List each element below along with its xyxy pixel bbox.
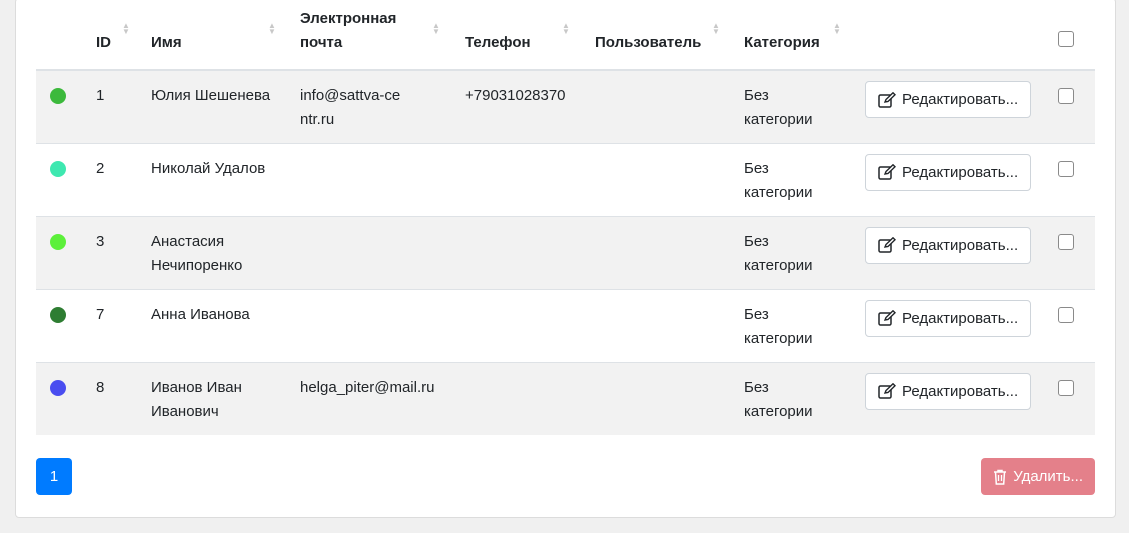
- header-user-label: Пользователь: [595, 34, 702, 51]
- cell-category-text: Без категории: [744, 232, 813, 274]
- header-actions: [865, 1, 1058, 71]
- edit-button-label: Редактировать...: [902, 163, 1019, 181]
- sort-icon[interactable]: ▲ ▼: [122, 22, 130, 36]
- edit-icon: [878, 310, 896, 326]
- header-id[interactable]: ID ▲ ▼: [96, 1, 151, 71]
- edit-button[interactable]: Редактировать...: [865, 372, 1032, 410]
- cell-user: [595, 216, 744, 289]
- header-phone[interactable]: Телефон ▲ ▼: [465, 1, 595, 71]
- edit-icon: [878, 91, 896, 108]
- row-checkbox[interactable]: [1058, 306, 1074, 323]
- cell-name: Юлия Шешенева: [151, 87, 271, 104]
- cell-name: Анастасия Нечипоренко: [151, 216, 300, 289]
- edit-icon: [878, 383, 896, 399]
- cell-phone: [465, 143, 595, 216]
- contacts-card: ID ▲ ▼ Имя ▲ ▼ Электронная почта ▲ ▼ Телефо…: [15, 0, 1116, 518]
- cell-category: Без категории: [744, 143, 865, 216]
- cell-category-text: Без категории: [744, 159, 813, 201]
- edit-button[interactable]: Редактировать...: [865, 153, 1032, 191]
- row-checkbox[interactable]: [1058, 379, 1074, 396]
- cell-user: [595, 362, 744, 435]
- edit-icon: [878, 164, 896, 180]
- cell-phone: [465, 216, 595, 289]
- sort-icon[interactable]: ▲ ▼: [833, 22, 841, 36]
- cell-id: 8: [96, 378, 105, 396]
- table-row[interactable]: 8 Иванов Иван Иванович helga_piter@mail.…: [36, 362, 1095, 435]
- cell-category: Без категории: [744, 70, 865, 143]
- edit-button[interactable]: Редактировать...: [865, 81, 1032, 118]
- cell-category: Без категории: [744, 362, 865, 435]
- edit-button-label: Редактировать...: [902, 236, 1019, 254]
- cell-phone: [465, 289, 595, 362]
- cell-email-text: info@sattva-centr.ru: [300, 87, 401, 128]
- header-name[interactable]: Имя ▲ ▼: [151, 1, 300, 71]
- row-checkbox[interactable]: [1058, 88, 1074, 104]
- cell-phone: [465, 362, 595, 435]
- cell-name: Иванов Иван Иванович: [151, 362, 300, 435]
- delete-button[interactable]: Удалить...: [981, 458, 1095, 495]
- sort-icon[interactable]: ▲ ▼: [432, 22, 440, 36]
- color-dot-icon: [50, 306, 66, 323]
- edit-button-label: Редактировать...: [902, 382, 1019, 400]
- color-dot-icon: [50, 233, 66, 250]
- table-row[interactable]: 7 Анна Иванова Без категории Редактирова…: [36, 289, 1095, 362]
- header-phone-label: Телефон: [465, 34, 531, 51]
- trash-icon: [994, 469, 1007, 485]
- cell-category-text: Без категории: [744, 87, 813, 128]
- table-row[interactable]: 2 Николай Удалов Без категории Редактиро…: [36, 143, 1095, 216]
- header-category[interactable]: Категория ▲ ▼: [744, 1, 865, 71]
- sort-icon[interactable]: ▲ ▼: [562, 22, 570, 36]
- cell-user: [595, 143, 744, 216]
- color-dot-icon: [50, 160, 66, 177]
- cell-email: [300, 143, 465, 216]
- table-header-row: ID ▲ ▼ Имя ▲ ▼ Электронная почта ▲ ▼ Телефо…: [36, 1, 1095, 71]
- cell-email: helga_piter@mail.ru: [300, 378, 435, 396]
- cell-category-text: Без категории: [744, 305, 813, 347]
- cell-name: Анна Иванова: [151, 305, 250, 323]
- header-color: [36, 1, 96, 71]
- cell-category: Без категории: [744, 216, 865, 289]
- cell-user: [595, 70, 744, 143]
- sort-icon[interactable]: ▲ ▼: [268, 22, 276, 36]
- color-dot-icon: [50, 88, 66, 104]
- row-checkbox[interactable]: [1058, 233, 1074, 250]
- pagination-page-button[interactable]: 1: [36, 458, 72, 495]
- table-row[interactable]: 1 Юлия Шешенева info@sattva-centr.ru +79…: [36, 70, 1095, 143]
- cell-email: [300, 216, 465, 289]
- sort-icon[interactable]: ▲ ▼: [712, 22, 720, 36]
- header-email[interactable]: Электронная почта ▲ ▼: [300, 1, 465, 71]
- header-id-label: ID: [96, 34, 111, 51]
- select-all-checkbox[interactable]: [1058, 31, 1074, 47]
- cell-category: Без категории: [744, 289, 865, 362]
- cell-name-text: Иванов Иван Иванович: [151, 378, 242, 420]
- edit-button[interactable]: Редактировать...: [865, 226, 1032, 264]
- cell-email: info@sattva-centr.ru: [300, 70, 465, 143]
- cell-user: [595, 289, 744, 362]
- edit-button[interactable]: Редактировать...: [865, 299, 1032, 337]
- edit-button-label: Редактировать...: [902, 309, 1019, 327]
- edit-icon: [878, 237, 896, 253]
- contacts-table: ID ▲ ▼ Имя ▲ ▼ Электронная почта ▲ ▼ Телефо…: [36, 1, 1095, 435]
- cell-phone: +79031028370: [465, 87, 566, 104]
- header-email-label: Электронная почта: [300, 10, 397, 51]
- edit-button-label: Редактировать...: [902, 91, 1019, 108]
- cell-id: 7: [96, 305, 105, 323]
- cell-id: 1: [96, 87, 105, 104]
- cell-name: Николай Удалов: [151, 159, 266, 177]
- cell-email: [300, 289, 465, 362]
- header-category-label: Категория: [744, 34, 820, 51]
- cell-name-text: Анастасия Нечипоренко: [151, 232, 243, 274]
- table-row[interactable]: 3 Анастасия Нечипоренко Без категории Ре…: [36, 216, 1095, 289]
- header-name-label: Имя: [151, 34, 182, 51]
- cell-id: 3: [96, 232, 105, 250]
- color-dot-icon: [50, 379, 66, 396]
- cell-id: 2: [96, 159, 105, 177]
- row-checkbox[interactable]: [1058, 160, 1074, 177]
- header-user[interactable]: Пользователь ▲ ▼: [595, 1, 744, 71]
- cell-category-text: Без категории: [744, 378, 813, 420]
- header-select-all: [1058, 1, 1095, 71]
- delete-button-label: Удалить...: [1013, 468, 1083, 485]
